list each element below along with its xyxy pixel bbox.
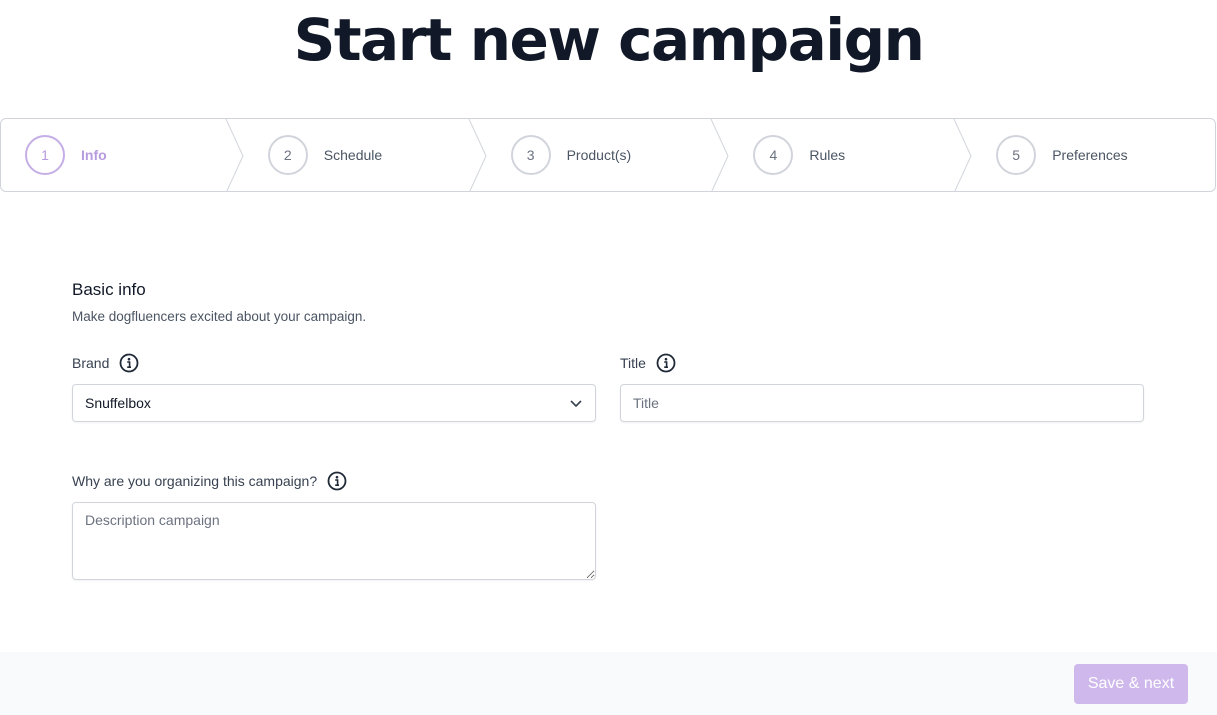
brand-label-row: Brand bbox=[72, 353, 139, 373]
page-title: Start new campaign bbox=[293, 6, 925, 74]
brand-label: Brand bbox=[72, 355, 110, 371]
info-icon[interactable] bbox=[327, 471, 347, 491]
step-number: 1 bbox=[25, 135, 65, 175]
brand-select[interactable]: Snuffelbox bbox=[72, 384, 596, 422]
step-label: Info bbox=[81, 147, 107, 163]
step-schedule[interactable]: 2 Schedule bbox=[244, 119, 487, 191]
brand-select-value: Snuffelbox bbox=[85, 395, 151, 411]
description-textarea[interactable] bbox=[72, 502, 596, 580]
step-separator bbox=[953, 119, 972, 191]
step-number: 2 bbox=[267, 135, 308, 175]
reason-label: Why are you organizing this campaign? bbox=[72, 473, 318, 489]
step-products[interactable]: 3 Product(s) bbox=[487, 119, 730, 191]
campaign-stepper: 1 Info 2 Schedule 3 Product(s) 4 Rules 5… bbox=[0, 118, 1216, 192]
step-separator bbox=[225, 119, 244, 191]
step-number: 5 bbox=[996, 135, 1037, 175]
title-label-row: Title bbox=[620, 353, 676, 373]
step-separator bbox=[468, 119, 487, 191]
step-info[interactable]: 1 Info bbox=[1, 119, 244, 191]
form-footer: Save & next bbox=[0, 652, 1217, 715]
title-input[interactable] bbox=[620, 384, 1144, 422]
step-number: 4 bbox=[753, 135, 794, 175]
section-title: Basic info bbox=[72, 280, 146, 299]
save-next-button[interactable]: Save & next bbox=[1074, 664, 1188, 704]
reason-label-row: Why are you organizing this campaign? bbox=[72, 471, 347, 491]
info-icon[interactable] bbox=[656, 353, 676, 373]
step-number: 3 bbox=[510, 135, 551, 175]
chevron-down-icon bbox=[570, 400, 582, 408]
step-label: Preferences bbox=[1052, 147, 1128, 163]
step-preferences[interactable]: 5 Preferences bbox=[972, 119, 1215, 191]
step-label: Schedule bbox=[323, 147, 383, 163]
section-subtitle: Make dogfluencers excited about your cam… bbox=[72, 309, 367, 324]
info-icon[interactable] bbox=[119, 353, 139, 373]
step-label: Rules bbox=[809, 147, 846, 163]
step-rules[interactable]: 4 Rules bbox=[729, 119, 972, 191]
step-separator bbox=[710, 119, 729, 191]
step-label: Product(s) bbox=[566, 147, 632, 163]
title-label: Title bbox=[620, 355, 646, 371]
